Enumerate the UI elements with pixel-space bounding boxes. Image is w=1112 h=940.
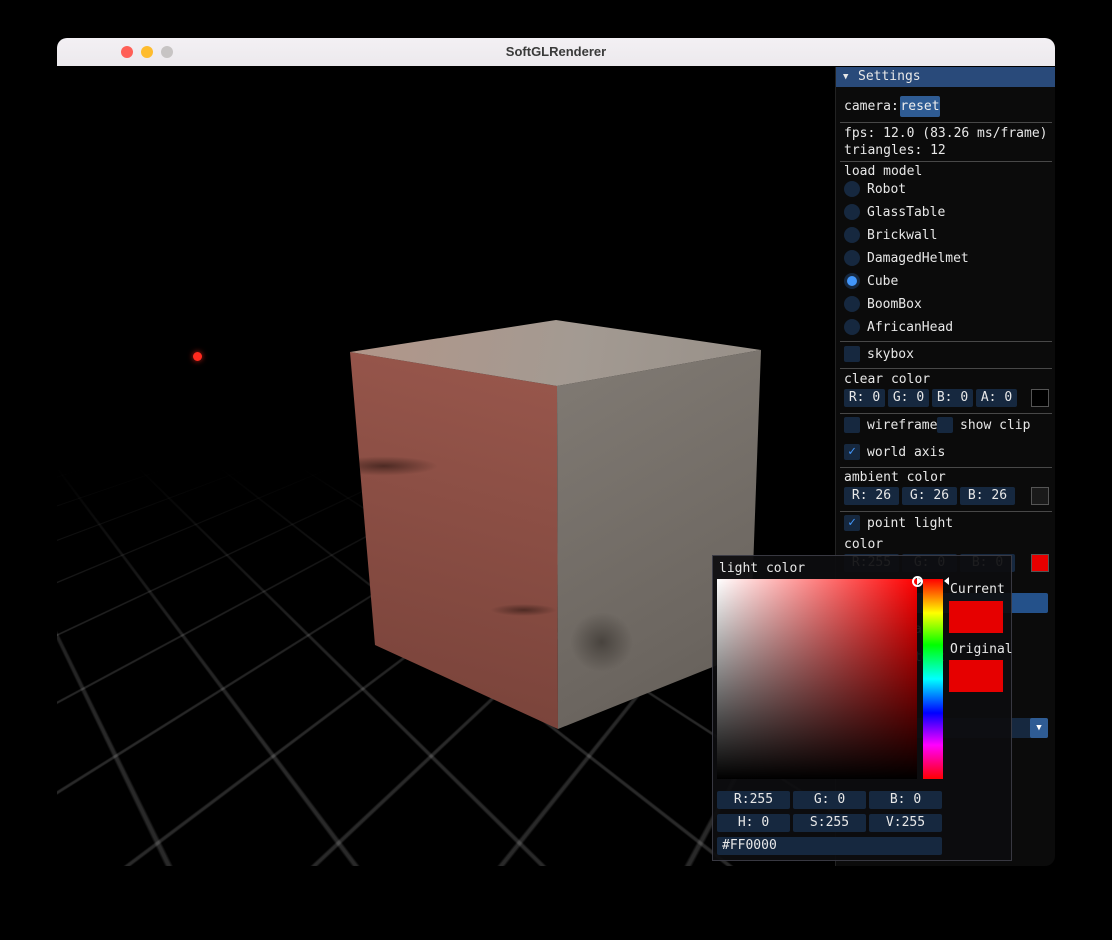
radio-brickwall[interactable] — [844, 227, 860, 243]
world-axis-label[interactable]: world axis — [867, 444, 945, 461]
original-color-swatch[interactable] — [949, 660, 1003, 692]
light-color-swatch[interactable] — [1031, 554, 1049, 572]
separator — [840, 413, 1052, 414]
clear-color-b-field[interactable]: B: 0 — [932, 389, 973, 407]
radio-selected-dot — [847, 276, 857, 286]
skybox-label[interactable]: skybox — [867, 346, 914, 363]
clear-color-label: clear color — [844, 372, 931, 387]
window-content: ▼ Settings camera: reset fps: 12.0 (83.2… — [57, 66, 1055, 866]
popup-r-field[interactable]: R:255 — [717, 791, 790, 809]
camera-reset-button[interactable]: reset — [900, 96, 940, 117]
camera-label: camera: — [844, 99, 899, 114]
load-model-label: load model — [844, 164, 923, 179]
triangles-stat: triangles: 12 — [844, 143, 946, 158]
ambient-r-field[interactable]: R: 26 — [844, 487, 899, 505]
radio-boombox-label[interactable]: BoomBox — [867, 296, 922, 313]
radio-cube[interactable] — [844, 273, 860, 289]
titlebar: SoftGLRenderer — [57, 38, 1055, 67]
point-light-marker — [193, 352, 202, 361]
current-label: Current — [950, 582, 1005, 597]
separator — [840, 511, 1052, 512]
radio-robot-label[interactable]: Robot — [867, 181, 906, 198]
clear-color-r-field[interactable]: R: 0 — [844, 389, 885, 407]
separator — [840, 341, 1052, 342]
radio-brickwall-label[interactable]: Brickwall — [867, 227, 937, 244]
light-color-popup: light color Current Original R:255 G: 0 … — [712, 555, 1013, 861]
hue-marker-left-icon — [917, 577, 922, 585]
settings-header-label: Settings — [858, 69, 921, 84]
window-title: SoftGLRenderer — [505, 44, 607, 59]
clear-color-swatch[interactable] — [1031, 389, 1049, 407]
current-color-swatch — [949, 601, 1003, 633]
radio-damagedhelmet[interactable] — [844, 250, 860, 266]
combo-arrow-icon[interactable]: ▼ — [1030, 718, 1048, 738]
radio-glasstable[interactable] — [844, 204, 860, 220]
popup-h-field[interactable]: H: 0 — [717, 814, 790, 832]
popup-v-field[interactable]: V:255 — [869, 814, 942, 832]
original-label: Original — [950, 642, 1013, 657]
hue-slider[interactable] — [923, 579, 943, 779]
ambient-b-field[interactable]: B: 26 — [960, 487, 1015, 505]
radio-damagedhelmet-label[interactable]: DamagedHelmet — [867, 250, 969, 267]
popup-hex-field[interactable]: #FF0000 — [717, 837, 942, 855]
radio-boombox[interactable] — [844, 296, 860, 312]
radio-glasstable-label[interactable]: GlassTable — [867, 204, 945, 221]
skybox-checkbox[interactable] — [844, 346, 860, 362]
wireframe-label[interactable]: wireframe — [867, 417, 937, 434]
app-window: SoftGLRenderer ▼ Settings camera: reset … — [57, 38, 1055, 866]
light-color-label: color — [844, 537, 884, 552]
radio-cube-label[interactable]: Cube — [867, 273, 898, 290]
point-light-checkbox[interactable]: ✓ — [844, 515, 860, 531]
popup-b-field[interactable]: B: 0 — [869, 791, 942, 809]
separator — [840, 467, 1052, 468]
collapse-arrow-icon: ▼ — [843, 72, 849, 82]
check-icon: ✓ — [848, 444, 856, 459]
popup-s-field[interactable]: S:255 — [793, 814, 866, 832]
fps-stat: fps: 12.0 (83.26 ms/frame) — [844, 126, 1048, 141]
world-axis-checkbox[interactable]: ✓ — [844, 444, 860, 460]
show-clip-checkbox[interactable] — [937, 417, 953, 433]
hue-marker-right-icon — [944, 577, 949, 585]
settings-header[interactable]: ▼ Settings — [836, 67, 1055, 87]
ambient-g-field[interactable]: G: 26 — [902, 487, 957, 505]
popup-title: light color — [719, 561, 806, 576]
radio-robot[interactable] — [844, 181, 860, 197]
separator — [840, 368, 1052, 369]
ambient-color-swatch[interactable] — [1031, 487, 1049, 505]
point-light-label[interactable]: point light — [867, 515, 953, 532]
clear-color-g-field[interactable]: G: 0 — [888, 389, 929, 407]
separator — [840, 122, 1052, 123]
separator — [840, 161, 1052, 162]
radio-africanhead-label[interactable]: AfricanHead — [867, 319, 953, 336]
radio-africanhead[interactable] — [844, 319, 860, 335]
wireframe-checkbox[interactable] — [844, 417, 860, 433]
check-icon: ✓ — [848, 515, 856, 530]
show-clip-label[interactable]: show clip — [960, 417, 1030, 434]
popup-g-field[interactable]: G: 0 — [793, 791, 866, 809]
clear-color-a-field[interactable]: A: 0 — [976, 389, 1017, 407]
ambient-color-label: ambient color — [844, 470, 946, 485]
desktop: SoftGLRenderer ▼ Settings camera: reset … — [0, 0, 1112, 940]
saturation-value-picker[interactable] — [717, 579, 917, 779]
